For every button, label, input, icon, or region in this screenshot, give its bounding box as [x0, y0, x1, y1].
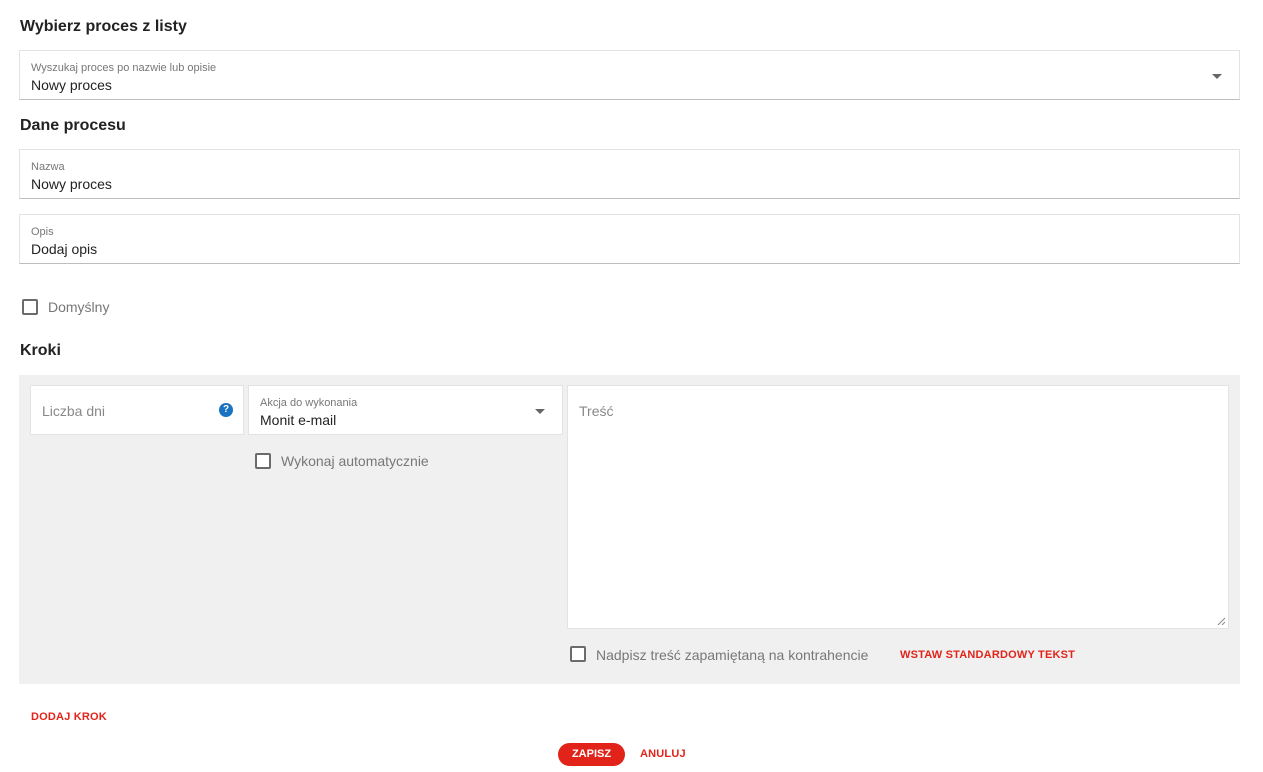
auto-execute-label[interactable]: Wykonaj automatycznie	[281, 453, 429, 469]
process-search-label: Wyszukaj proces po nazwie lub opisie	[31, 62, 217, 74]
action-select[interactable]: Akcja do wykonania Monit e-mail	[248, 385, 563, 435]
resize-grip-icon[interactable]	[1217, 617, 1225, 625]
add-step-link[interactable]: DODAJ KROK	[31, 711, 107, 723]
content-placeholder: Treść	[579, 403, 614, 419]
overwrite-content-label[interactable]: Nadpisz treść zapamiętaną na kontrahenci…	[596, 647, 868, 663]
days-count-input[interactable]: Liczba dni ?	[30, 385, 244, 435]
process-search-select[interactable]: Wyszukaj proces po nazwie lub opisie Now…	[19, 50, 1240, 100]
process-name-value[interactable]: Nowy proces	[31, 176, 112, 192]
chevron-down-icon[interactable]	[535, 409, 545, 414]
action-select-label: Akcja do wykonania	[260, 397, 358, 409]
process-name-field[interactable]: Nazwa Nowy proces	[19, 149, 1240, 199]
default-checkbox-label[interactable]: Domyślny	[48, 299, 109, 315]
select-process-heading: Wybierz proces z listy	[20, 18, 187, 35]
steps-heading: Kroki	[20, 342, 61, 359]
cancel-link[interactable]: ANULUJ	[640, 748, 686, 760]
save-button[interactable]: ZAPISZ	[558, 743, 625, 766]
chevron-down-icon[interactable]	[1212, 74, 1222, 79]
process-description-label: Opis	[31, 226, 54, 238]
question-circle-icon[interactable]: ?	[219, 403, 233, 417]
process-data-heading: Dane procesu	[20, 117, 126, 134]
process-description-field[interactable]: Opis Dodaj opis	[19, 214, 1240, 264]
default-checkbox[interactable]	[22, 299, 38, 315]
process-search-value: Nowy proces	[31, 77, 112, 93]
steps-panel: Liczba dni ? Akcja do wykonania Monit e-…	[19, 375, 1240, 684]
content-textarea[interactable]: Treść	[567, 385, 1229, 629]
auto-execute-checkbox[interactable]	[255, 453, 271, 469]
insert-standard-text-link[interactable]: WSTAW STANDARDOWY TEKST	[900, 649, 1075, 661]
overwrite-content-checkbox[interactable]	[570, 646, 586, 662]
process-name-label: Nazwa	[31, 161, 65, 173]
action-select-value: Monit e-mail	[260, 412, 337, 428]
process-description-value[interactable]: Dodaj opis	[31, 241, 97, 257]
days-count-placeholder: Liczba dni	[42, 403, 106, 419]
